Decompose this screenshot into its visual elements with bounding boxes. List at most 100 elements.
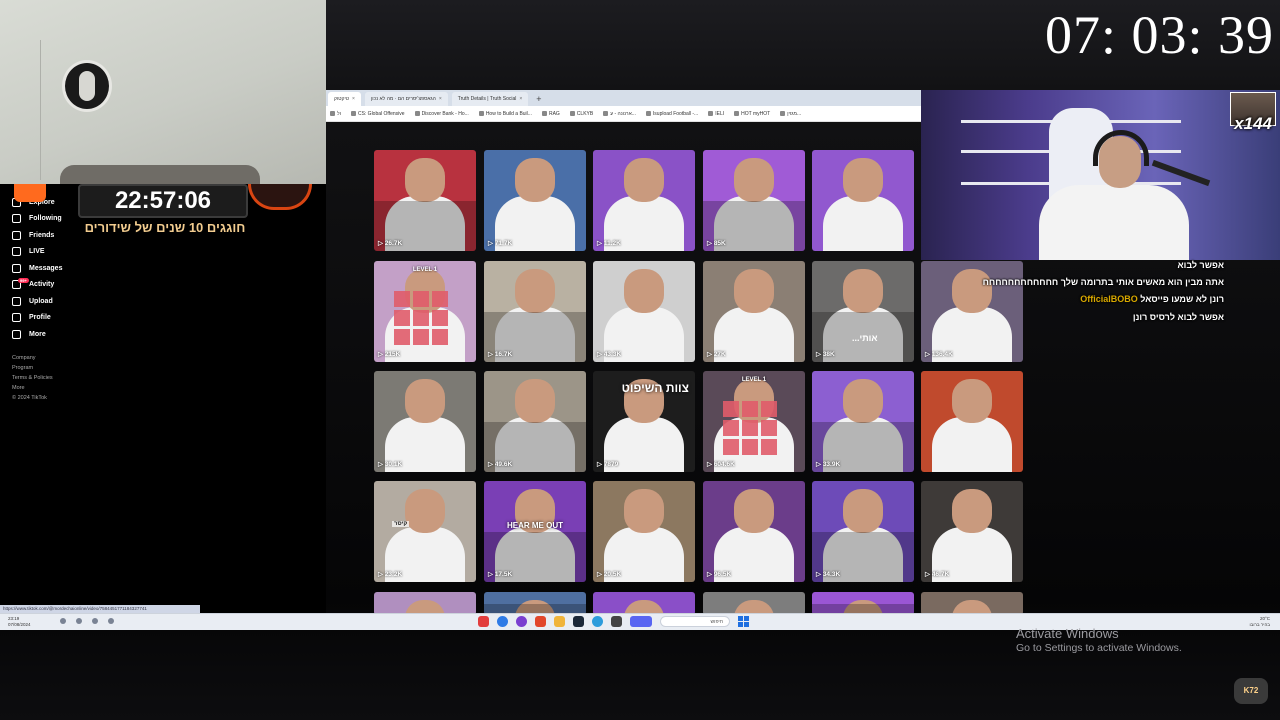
video-thumbnail[interactable] [812,150,914,251]
browser-tab[interactable]: Truth Details | Truth Social × [451,92,529,106]
bookmark-item[interactable]: מגזין... [780,111,801,117]
video-thumbnail[interactable] [703,592,805,615]
taskbar-search[interactable]: חיפוש [660,616,730,627]
view-count-value: 17.5K [494,571,513,578]
view-count-value: 215K [384,351,401,358]
video-thumbnail[interactable]: ▷ 71.7K [484,150,586,251]
bookmark-icon [478,111,484,116]
footer-link[interactable]: More [12,385,25,391]
video-grid: ▷ 26.7K ▷ 71.7K ▷ 11.2K ▷ 85K LEVEL 1 ▷ 215K ▷… [374,150,1024,615]
bookmark-item[interactable]: RAG [541,111,560,117]
battery-icon[interactable] [92,618,98,624]
bookmark-icon [569,111,575,116]
video-thumbnail[interactable]: ▷ 20.5K [593,481,695,582]
taskbar-date: 07/08/2024 [8,622,31,627]
play-icon: ▷ [707,571,714,578]
sidebar-item-more[interactable]: More [12,330,46,339]
bookmark-item[interactable]: HOT myHOT [734,111,770,117]
bookmark-item[interactable]: ארנונה - ע... [603,111,636,117]
sidebar-item-label: Friends [29,232,55,239]
video-thumbnail[interactable]: ▷ 96.5K [703,481,805,582]
video-thumbnail[interactable] [484,592,586,615]
person-face [734,269,774,313]
close-icon[interactable]: × [439,92,442,106]
close-icon[interactable]: × [519,92,522,106]
close-icon[interactable]: × [352,92,355,106]
sidebar-item-live[interactable]: LIVE [12,247,45,256]
link-preview: https://www.tiktok.com/@mordechaionline/… [0,605,200,613]
video-thumbnail[interactable]: ▷ 34.3K [812,481,914,582]
bookmark-label: CS: Global Offensive [357,110,405,117]
video-thumbnail[interactable] [374,592,476,615]
bookmark-item[interactable]: Isupload Football -... [645,111,698,117]
video-thumbnail[interactable]: ▷ 49.6K [484,371,586,472]
view-count-value: 16.7K [494,351,513,358]
person-shirt [823,196,903,251]
chevron-up-icon[interactable] [108,618,114,624]
weather-widget[interactable]: 20°C בהיר ברובו [1250,616,1271,628]
folder-icon[interactable] [554,616,565,627]
video-thumbnail[interactable]: HEAR ME OUT ▷ 17.5K [484,481,586,582]
video-thumbnail[interactable]: ▷ 16.7K [484,261,586,362]
sidebar-item-messages[interactable]: Messages [12,264,62,273]
person-face [624,489,664,533]
app-icon[interactable] [535,616,546,627]
new-tab-button[interactable]: + [532,92,545,106]
video-thumbnail[interactable]: צוות השיפוט ▷ 7879 [593,371,695,472]
chat-text: אפשר לבוא לרסיס רונן [1132,312,1224,322]
video-thumbnail[interactable]: ▷ 46.7K [921,481,1023,582]
footer-link[interactable]: © 2024 TikTok [12,395,47,401]
footer-link[interactable]: Terms & Policies [12,375,53,381]
app-icon[interactable] [516,616,527,627]
bookmark-item[interactable]: Discover Bank - Ho... [414,111,469,117]
video-thumbnail[interactable] [921,592,1023,615]
app-icon[interactable] [478,616,489,627]
sidebar-item-following[interactable]: Following [12,214,62,223]
video-caption: LEVEL 1 [412,267,438,273]
play-icon: ▷ [488,240,495,247]
footer-link[interactable]: Program [12,365,33,371]
video-thumbnail[interactable]: ▷ 30.1K [374,371,476,472]
sidebar-item-friends[interactable]: Friends [12,231,54,240]
view-count-value: 604.6K [713,461,735,468]
browser-tab[interactable]: טיקטוק × [328,92,361,106]
wifi-icon[interactable] [60,618,66,624]
video-thumbnail[interactable]: ▷ 85K [703,150,805,251]
bookmark-item[interactable]: ול [330,111,341,117]
browser-tab[interactable]: הגאספצ'יסרים הם · מה לא נכון × [364,92,448,106]
chat-nickname[interactable]: OfficialBOBO [1080,294,1138,304]
video-thumbnail[interactable] [593,592,695,615]
bookmark-item[interactable]: How to Build a Buil... [478,111,532,117]
video-thumbnail[interactable]: קיסר ▷ 23.2K [374,481,476,582]
footer-link[interactable]: Company [12,355,36,361]
bookmark-item[interactable]: CLKYB [569,111,593,117]
tab-label: טיקטוק [334,96,350,102]
stream-screen: 07: 03: 39 x144 טיקטוק × הגאספצ'יסרים הם … [0,0,1280,720]
edge-icon[interactable] [592,616,603,627]
video-thumbnail[interactable]: אותי... ▷ 38K [812,261,914,362]
video-thumbnail[interactable]: LEVEL 1 ▷ 215K [374,261,476,362]
video-thumbnail[interactable] [812,592,914,615]
chrome-icon[interactable] [497,616,508,627]
sidebar-item-activity[interactable]: 99+ Activity [12,278,54,289]
video-thumbnail[interactable]: ▷ 43.3K [593,261,695,362]
video-thumbnail[interactable]: ▷ 26.7K [374,150,476,251]
windows-start-icon[interactable] [738,616,749,627]
app-icon[interactable] [611,616,622,627]
app-icon[interactable] [630,616,652,627]
friends-icon [12,231,21,240]
sidebar-item-upload[interactable]: Upload [12,297,53,306]
view-count: ▷ 215K [378,350,400,358]
video-thumbnail[interactable]: ▷ 27K [703,261,805,362]
taskbar-clock[interactable]: 23:19 07/08/2024 [8,616,31,628]
video-thumbnail[interactable] [921,371,1023,472]
video-thumbnail[interactable]: ▷ 11.2K [593,150,695,251]
video-thumbnail[interactable]: ▷ 33.9K [812,371,914,472]
sidebar-item-profile[interactable]: Profile [12,313,51,322]
bookmark-item[interactable]: IELI [708,111,724,117]
steam-icon[interactable] [573,616,584,627]
bookmark-item[interactable]: CS: Global Offensive [350,110,405,117]
view-count-value: 33.9K [822,461,841,468]
volume-icon[interactable] [76,618,82,624]
video-thumbnail[interactable]: LEVEL 1 ▷ 604.6K [703,371,805,472]
